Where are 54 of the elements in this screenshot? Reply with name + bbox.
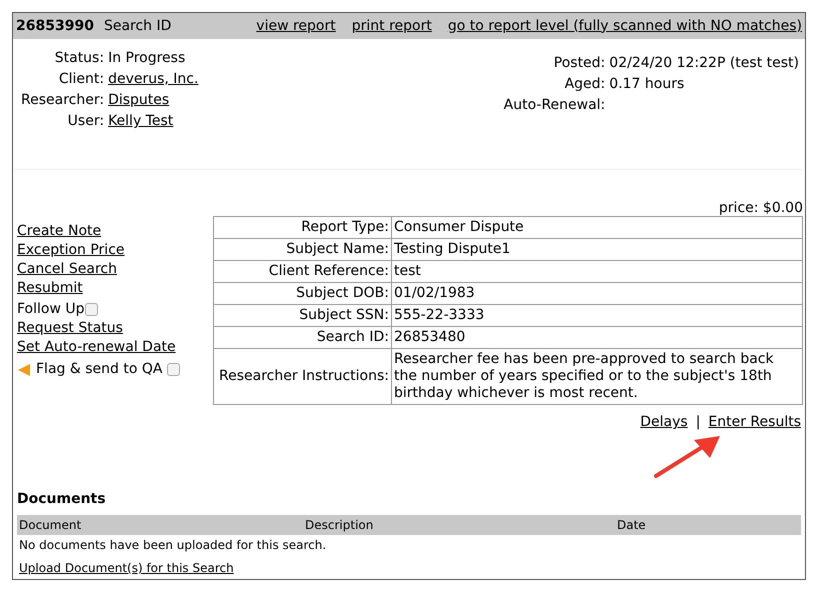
header-link[interactable]: view report [256,16,336,36]
info-label: Status: [54,49,104,68]
action-link[interactable]: Exception Price [17,241,125,260]
column-header: Description [305,517,374,534]
detail-label: Subject Name: [214,238,392,260]
flag-label[interactable]: Flag & send to QA [36,360,162,379]
header-link[interactable]: print report [352,16,432,36]
info-label: Aged: [564,75,606,94]
detail-value: Researcher fee has been pre-approved to search back the number of years specified or to the subject's 18th birthday whichever is most recent. [392,348,802,404]
upload-link[interactable]: Upload Document(s) for this Search [17,559,234,577]
empty-message: No documents have been uploaded for this search. [18,537,328,553]
column-header: Date [617,517,647,534]
detail-label: Client Reference: [214,260,392,282]
documents-title: Documents [17,490,107,509]
info-value: In Progress [108,49,186,68]
detail-value: Consumer Dispute [392,216,802,238]
info-link[interactable]: Kelly Test [108,111,198,132]
checkbox[interactable] [84,303,98,316]
header-link[interactable]: go to report level (fully scanned with NO matches) [448,16,802,36]
follow-up-label: Follow Up [17,300,84,319]
result-link[interactable]: Delays [640,412,688,433]
checkbox[interactable] [167,363,180,376]
separator-text: | [696,413,700,432]
info-label: User: [66,112,104,131]
detail-label: Subject DOB: [214,282,392,304]
detail-value: test [392,260,802,282]
info-label: Researcher: [21,91,104,110]
info-label: Client: [58,70,104,89]
price-text: price: $0.00 [718,200,803,216]
detail-label: Researcher Instructions: [214,348,392,404]
column-header: Document [18,517,82,534]
info-link[interactable]: deverus, Inc. [108,69,198,90]
detail-value: 26853480 [392,326,802,348]
detail-value: 01/02/1983 [392,282,802,304]
result-link[interactable]: Enter Results [708,412,801,433]
info-link[interactable]: Disputes [108,90,198,111]
detail-label: Subject SSN: [214,304,392,326]
info-label: Auto-Renewal: [504,96,606,115]
action-link[interactable]: Resubmit [17,279,83,298]
action-link[interactable]: Set Auto-renewal Date [17,338,176,357]
triangle-icon [17,362,31,376]
action-link[interactable]: Cancel Search [17,260,117,279]
arrow-icon [654,434,722,478]
detail-value: 555-22-3333 [392,304,802,326]
search-number: 26853990 [16,16,94,36]
action-link[interactable]: Request Status [17,319,123,338]
header-label: Search ID [104,16,172,36]
action-link[interactable]: Create Note [17,222,102,241]
info-label: Posted: [552,54,606,73]
detail-value: Testing Dispute1 [392,238,802,260]
info-value: 02/24/20 12:22P (test test) [609,54,799,73]
detail-label: Report Type: [214,216,392,238]
info-value: 0.17 hours [609,75,686,94]
detail-label: Search ID: [214,326,392,348]
